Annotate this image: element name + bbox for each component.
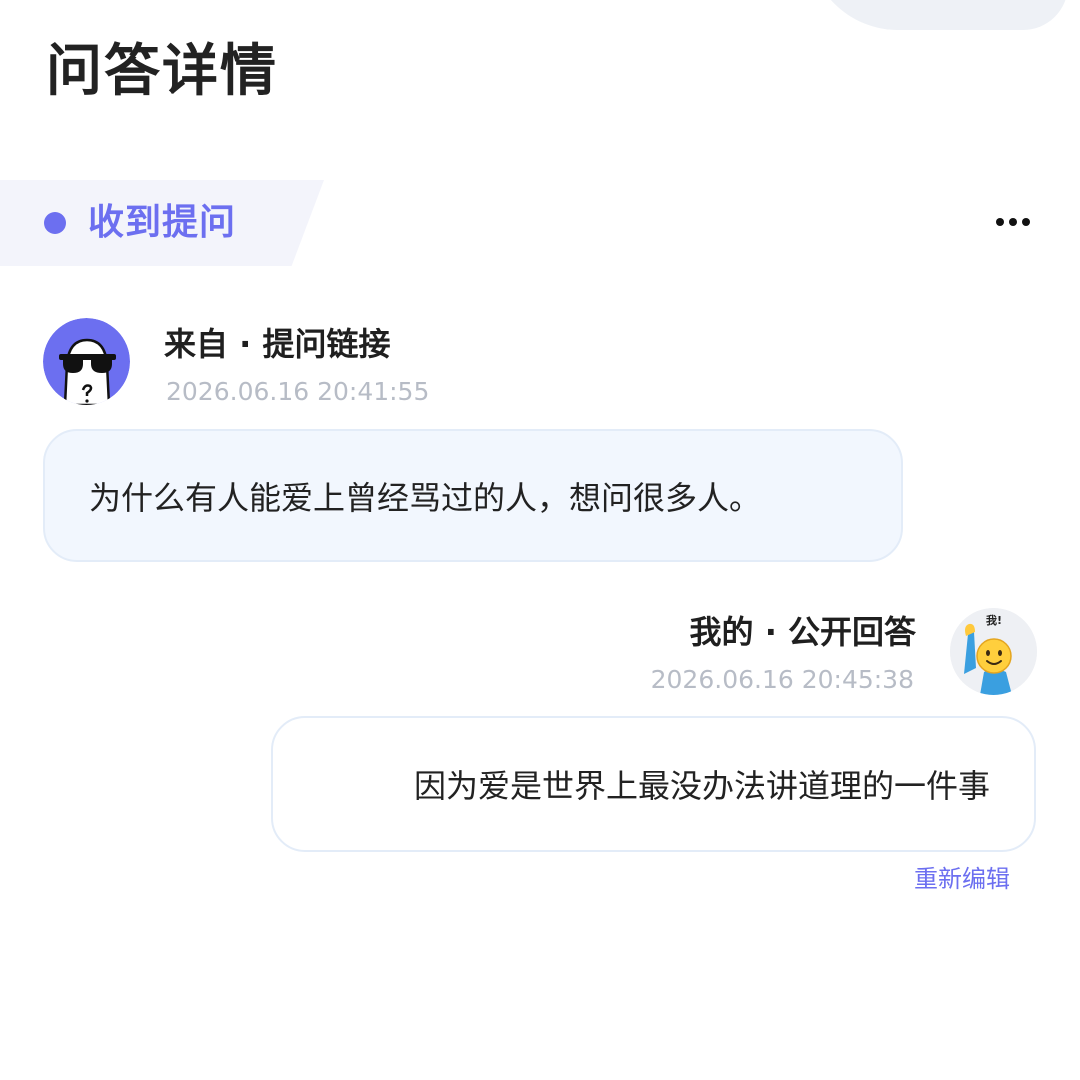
answer-source: 我的 · 公开回答 [689,613,916,651]
raised-hand-emoji-avatar-icon: 我! [950,608,1037,695]
page-title: 问答详情 [46,39,278,104]
answer-bubble: 因为爱是世界上最没办法讲道理的一件事 [271,716,1036,852]
more-options-button[interactable] [988,204,1038,240]
more-dot-icon [1009,218,1017,226]
answer-text: 因为爱是世界上最没办法讲道理的一件事 [413,767,990,805]
question-source: 来自 · 提问链接 [164,325,391,363]
question-text: 为什么有人能爱上曾经骂过的人，想问很多人。 [89,478,762,517]
status-dot [44,212,66,234]
avatar-badge-text: 我! [986,613,1002,627]
my-avatar[interactable]: 我! [950,608,1037,695]
more-dot-icon [996,218,1004,226]
header-decoration [808,0,1068,30]
re-edit-button[interactable]: 重新编辑 [914,862,1010,896]
sunglasses-ghost-avatar-icon [43,318,130,405]
more-dot-icon [1022,218,1030,226]
answer-timestamp: 2026.06.16 20:45:38 [650,665,914,694]
question-bubble: 为什么有人能爱上曾经骂过的人，想问很多人。 [43,429,903,562]
asker-avatar[interactable] [43,318,130,405]
question-timestamp: 2026.06.16 20:41:55 [166,377,430,406]
status-label: 收到提问 [88,202,237,243]
